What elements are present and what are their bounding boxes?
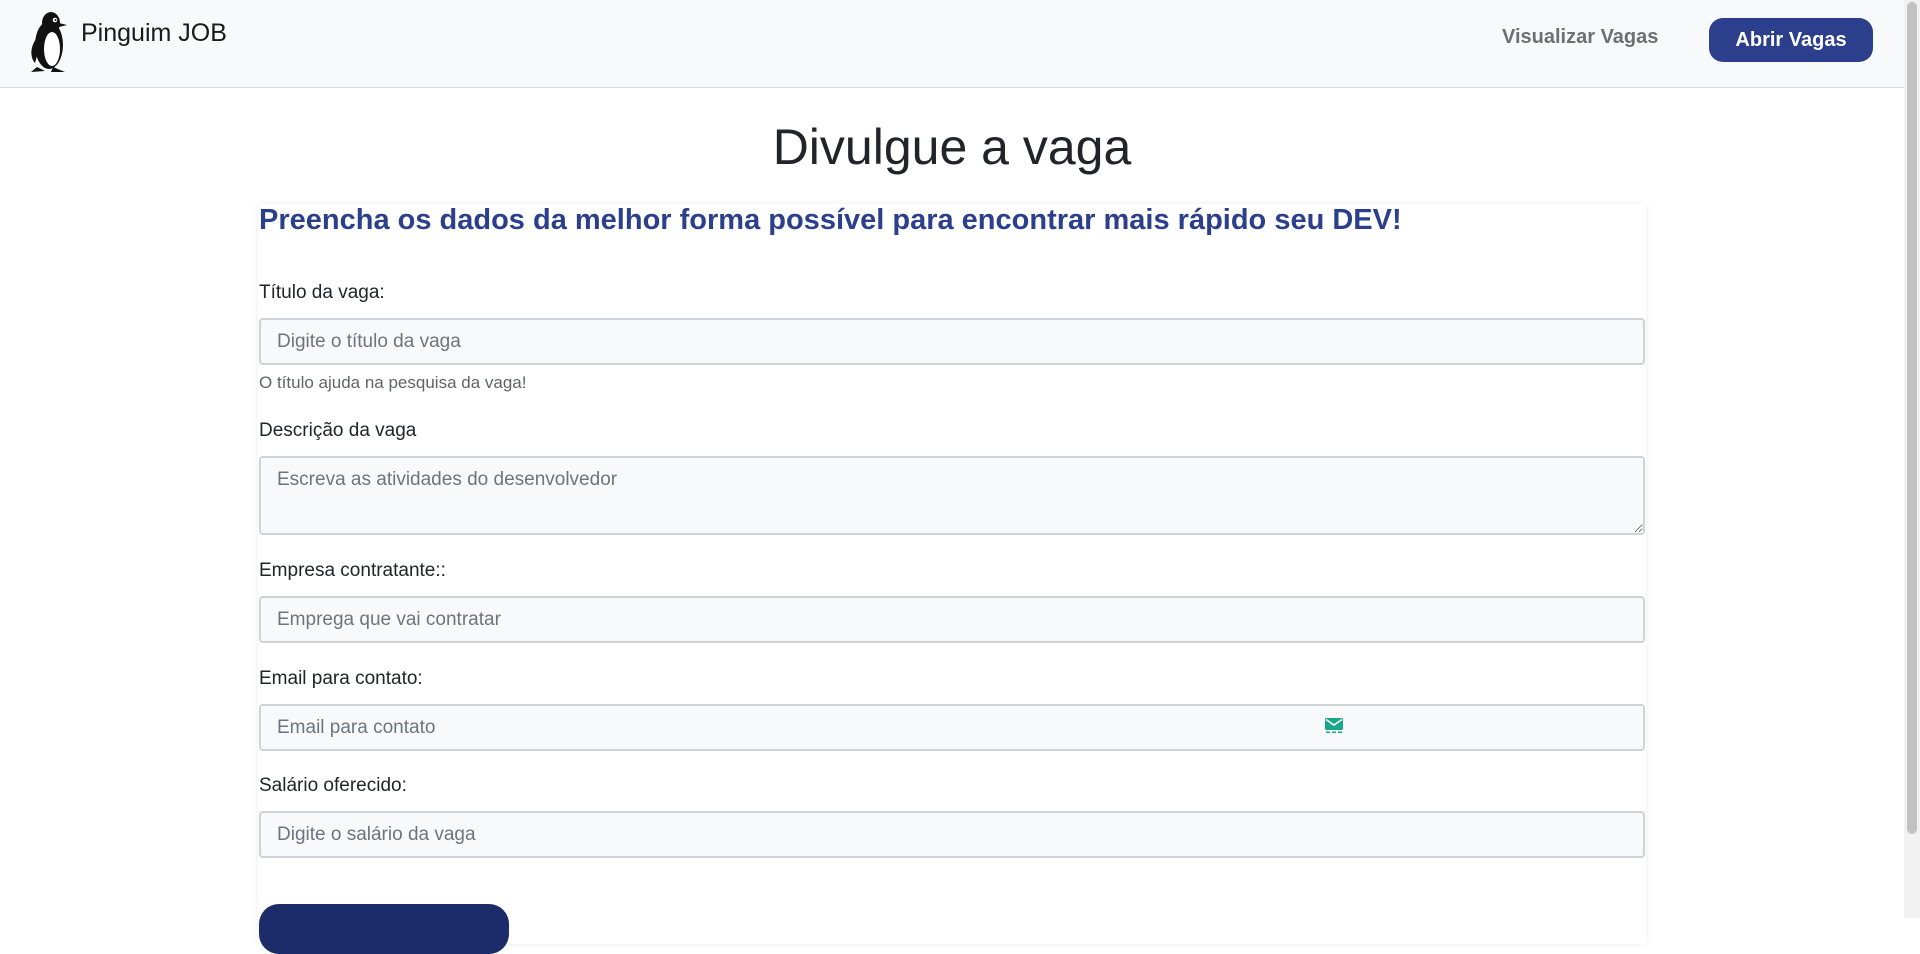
email-input[interactable] [259, 704, 1645, 751]
job-description-label: Descrição da vaga [259, 420, 417, 441]
salary-input[interactable] [259, 811, 1645, 858]
vertical-scrollbar[interactable] [1904, 0, 1920, 918]
job-title-label: Título da vaga: [259, 282, 385, 303]
scrollbar-thumb[interactable] [1907, 2, 1917, 834]
job-description-textarea[interactable] [259, 456, 1645, 535]
job-title-input[interactable] [259, 318, 1645, 365]
company-label: Empresa contratante:: [259, 560, 446, 581]
penguin-logo-icon [31, 12, 67, 72]
salary-label: Salário oferecido: [259, 775, 407, 796]
email-label: Email para contato: [259, 668, 423, 689]
open-jobs-button[interactable]: Abrir Vagas [1709, 18, 1873, 62]
job-title-help: O título ajuda na pesquisa da vaga! [259, 373, 527, 392]
page-title: Divulgue a vaga [772, 119, 1132, 175]
job-form: Preencha os dados da melhor forma possív… [258, 204, 1646, 954]
brand-name: Pinguim JOB [81, 18, 227, 47]
envelope-icon[interactable] [1325, 718, 1343, 734]
nav-link-view-jobs[interactable]: Visualizar Vagas [1502, 26, 1658, 49]
form-heading: Preencha os dados da melhor forma possív… [259, 204, 1402, 236]
navbar: Pinguim JOB Visualizar Vagas Abrir Vagas [0, 0, 1904, 88]
brand-link[interactable]: Pinguim JOB [29, 9, 227, 73]
company-input[interactable] [259, 596, 1645, 643]
submit-button[interactable] [259, 904, 509, 954]
